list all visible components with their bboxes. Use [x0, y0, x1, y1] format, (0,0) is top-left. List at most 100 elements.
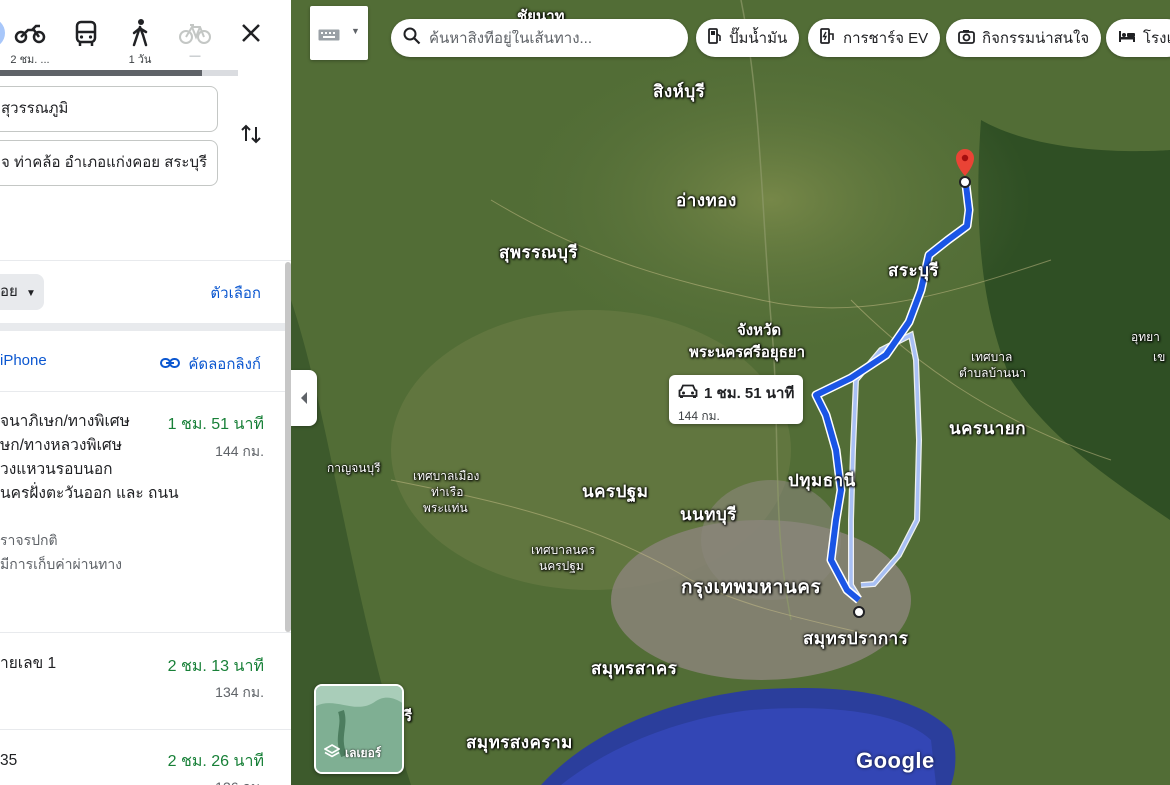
map-label-tharua-3: พระแท่น: [423, 501, 468, 515]
chip-label: โรงแ: [1143, 30, 1170, 47]
close-icon: [236, 24, 266, 52]
route-option-2[interactable]: ายเลข 1 2 ชม. 13 นาที 134 กม.: [0, 652, 276, 722]
swap-button[interactable]: [238, 121, 264, 147]
route-option-1[interactable]: จนาภิเษก/ทางพิเศษ ษก/ทางหลวงพิเศษ วงแหวน…: [0, 410, 276, 630]
map-label-uthai-1: อุทยา: [1131, 330, 1160, 344]
dropdown-caret-icon: ▼: [351, 26, 360, 36]
route-desc-line: ษก/ทางหลวงพิเศษ: [0, 437, 122, 454]
route-option-3[interactable]: 35 2 ชม. 26 นาที 136 กม.: [0, 749, 276, 785]
divider: [0, 260, 291, 261]
motorcycle-icon: [10, 18, 50, 48]
divider: [0, 391, 291, 392]
copy-link-button[interactable]: คัดลอกลิงก์: [160, 352, 261, 376]
route-desc-line: วงแหวนรอบนอก: [0, 461, 113, 478]
google-logo: Google: [856, 748, 935, 773]
travel-mode-bar: 2 ชม. ... 1 วัน —: [0, 0, 291, 80]
origin-input[interactable]: สุวรรณภูมิ: [0, 86, 218, 132]
route-desc-line: 35: [0, 752, 18, 769]
map-label-np-city-1: เทศบาลนคร: [531, 543, 596, 557]
bicycle-icon: [175, 18, 215, 48]
callout-duration: 1 ชม. 51 นาที: [704, 385, 795, 402]
map-label-angthong: อ่างทอง: [676, 191, 737, 210]
map-label-banna-2: ตำบลบ้านนา: [959, 366, 1027, 380]
layers-button[interactable]: เลเยอร์: [314, 684, 404, 774]
route-desc-line: นครฝั่งตะวันออก และ ถนน: [0, 485, 179, 502]
mode-walk[interactable]: 1 วัน: [120, 18, 160, 68]
keyboard-icon: [318, 28, 340, 46]
hotel-icon: [1118, 30, 1136, 47]
map-label-np-city-2: นครปฐม: [539, 559, 584, 573]
chip-ev-charging[interactable]: การชาร์จ EV: [808, 19, 941, 57]
map-label-uthai-2: เข: [1153, 350, 1166, 364]
swap-arrows-icon: [238, 124, 264, 151]
dropdown-caret-icon: ▼: [25, 288, 36, 299]
route-duration: 2 ชม. 13 นาที: [167, 658, 264, 675]
divider: [0, 632, 291, 633]
map-label-banna-1: เทศบาล: [971, 350, 1013, 364]
map-label-bangkok: กรุงเทพมหานคร: [681, 577, 822, 598]
route-traffic-note: ราจรปกติ: [0, 532, 58, 548]
map-label-samutsongkhram: สมุทรสงคราม: [466, 733, 573, 752]
map-label-nonthaburi: นนทบุรี: [680, 505, 737, 524]
chip-label: กิจกรรมน่าสนใจ: [982, 30, 1090, 47]
map-label-kanchanaburi: กาญจนบุรี: [327, 461, 381, 475]
route-duration: 2 ชม. 26 นาที: [167, 753, 264, 770]
close-directions-button[interactable]: [236, 18, 266, 48]
collapse-panel-button[interactable]: [291, 370, 317, 426]
mode-transit[interactable]: [66, 18, 106, 48]
search-along-route[interactable]: [391, 19, 688, 57]
mode-drive[interactable]: [0, 18, 10, 48]
map-canvas[interactable]: ชัยนาท สิงห์บุรี อ่างทอง สุพรรณบุรี สระบ…: [291, 0, 1170, 785]
route-callout[interactable]: 1 ชม. 51 นาที 144 กม.: [669, 375, 803, 424]
map-label-tharua-2: ท่าเรือ: [431, 485, 464, 499]
ev-charger-icon: [820, 28, 836, 48]
map-label-samutsakhon: สมุทรสาคร: [591, 659, 678, 678]
route-desc-line: จนาภิเษก/ทางพิเศษ: [0, 413, 130, 430]
options-button[interactable]: ตัวเลือก: [210, 281, 261, 305]
input-tools-button[interactable]: ▼: [310, 6, 368, 60]
chip-attractions[interactable]: กิจกรรมน่าสนใจ: [946, 19, 1102, 57]
copy-link-label: คัดลอกลิงก์: [188, 356, 261, 373]
gas-station-icon: [708, 28, 722, 48]
mode-time-walk: 1 วัน: [128, 54, 152, 66]
link-icon: [160, 356, 181, 373]
chip-hotels[interactable]: โรงแ: [1106, 19, 1170, 57]
car-icon: [0, 18, 10, 48]
leave-now-label: อย: [0, 283, 18, 300]
map-label-suphanburi: สุพรรณบุรี: [499, 243, 579, 262]
map-label-nakhonpathom: นครปฐม: [582, 482, 649, 501]
car-icon: [678, 384, 698, 402]
route-distance: 144 กม.: [215, 443, 264, 459]
mode-motorcycle[interactable]: 2 ชม. ...: [10, 18, 50, 68]
walking-icon: [120, 18, 160, 48]
map-label-samutprakan: สมุทรปราการ: [803, 629, 909, 648]
map-label-saraburi: สระบุรี: [888, 261, 940, 280]
route-duration: 1 ชม. 51 นาที: [167, 416, 264, 433]
route-toll-note: มีการเก็บค่าผ่านทาง: [0, 556, 123, 572]
route-desc-line: ายเลข 1: [0, 655, 57, 672]
send-to-phone-link[interactable]: iPhone: [0, 352, 47, 369]
chevron-left-icon: [299, 391, 309, 410]
chip-label: การชาร์จ EV: [843, 30, 929, 47]
map-label-ratchaburi-fragment: รี: [404, 708, 413, 725]
map-label-pathumthani: ปทุมธานี: [788, 471, 856, 490]
chip-gas-station[interactable]: ปั๊มน้ำมัน: [696, 19, 800, 57]
camera-icon: [958, 29, 975, 48]
search-input[interactable]: [429, 29, 679, 47]
section-divider: [0, 323, 291, 331]
search-icon: [403, 27, 421, 50]
layers-icon: [323, 744, 341, 763]
map-label-ayutthaya-1: จังหวัด: [737, 322, 782, 339]
progress-fill: [0, 70, 203, 76]
leave-now-dropdown[interactable]: อย ▼: [0, 274, 44, 310]
mode-time-motorcycle: 2 ชม. ...: [10, 54, 50, 66]
callout-distance: 144 กม.: [678, 409, 720, 423]
divider: [0, 729, 291, 730]
mode-time-bicycle: —: [189, 50, 201, 62]
route-distance: 134 กม.: [215, 684, 264, 700]
mode-bicycle[interactable]: —: [175, 18, 215, 62]
destination-input[interactable]: จ ท่าคล้อ อำเภอแก่งคอย สระบุรี: [0, 140, 218, 186]
layers-label: เลเยอร์: [345, 746, 382, 760]
directions-panel: 2 ชม. ... 1 วัน — สุวรรณภูมิ จ ท่าคล้อ อ…: [0, 0, 291, 785]
chip-label: ปั๊มน้ำมัน: [729, 30, 788, 47]
